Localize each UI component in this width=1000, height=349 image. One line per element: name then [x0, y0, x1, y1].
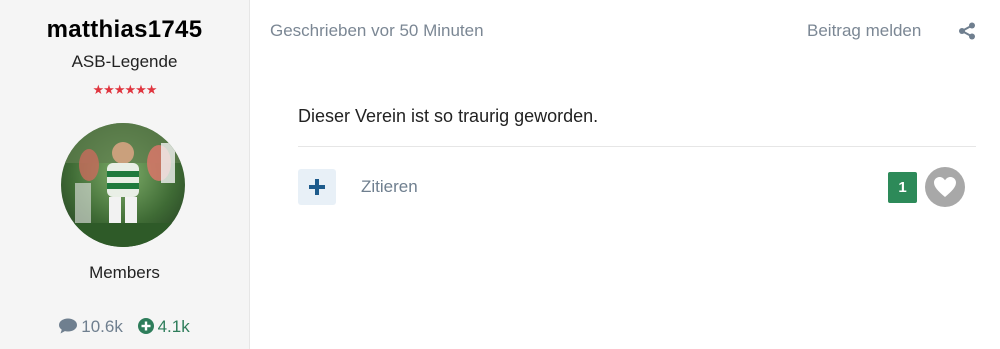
share-icon — [959, 22, 975, 40]
author-rank-stars: ★★★★★★ — [92, 82, 158, 97]
comment-icon — [59, 318, 78, 334]
author-title: ASB-Legende — [71, 52, 178, 71]
share-button[interactable] — [958, 22, 976, 40]
quote-button[interactable]: Zitieren — [361, 177, 418, 197]
post-count-value: 10.6k — [81, 317, 123, 336]
avatar-image — [61, 123, 185, 247]
reaction-button[interactable] — [925, 167, 965, 207]
post-count-stat[interactable]: 10.6k — [59, 317, 127, 336]
author-group: Members — [89, 263, 160, 282]
avatar[interactable] — [61, 123, 185, 247]
forum-post: matthias1745 ASB-Legende ★★★★★★ Members … — [0, 0, 1000, 349]
plus-icon — [309, 179, 325, 195]
report-post-link[interactable]: Beitrag melden — [807, 21, 921, 41]
reputation-value: 4.1k — [157, 317, 190, 336]
content-divider — [298, 146, 976, 147]
author-panel: matthias1745 ASB-Legende ★★★★★★ Members … — [0, 0, 250, 349]
post-content: Dieser Verein ist so traurig geworden. — [298, 106, 599, 126]
post-timestamp[interactable]: Geschrieben vor 50 Minuten — [270, 21, 484, 41]
reputation-stat[interactable]: 4.1k — [137, 317, 190, 336]
reaction-count-badge[interactable]: 1 — [888, 172, 917, 203]
author-stats: 10.6k 4.1k — [0, 317, 249, 337]
heart-icon — [934, 177, 956, 197]
multiquote-button[interactable] — [298, 169, 336, 205]
plus-circle-icon — [137, 318, 154, 334]
author-username[interactable]: matthias1745 — [0, 16, 249, 44]
